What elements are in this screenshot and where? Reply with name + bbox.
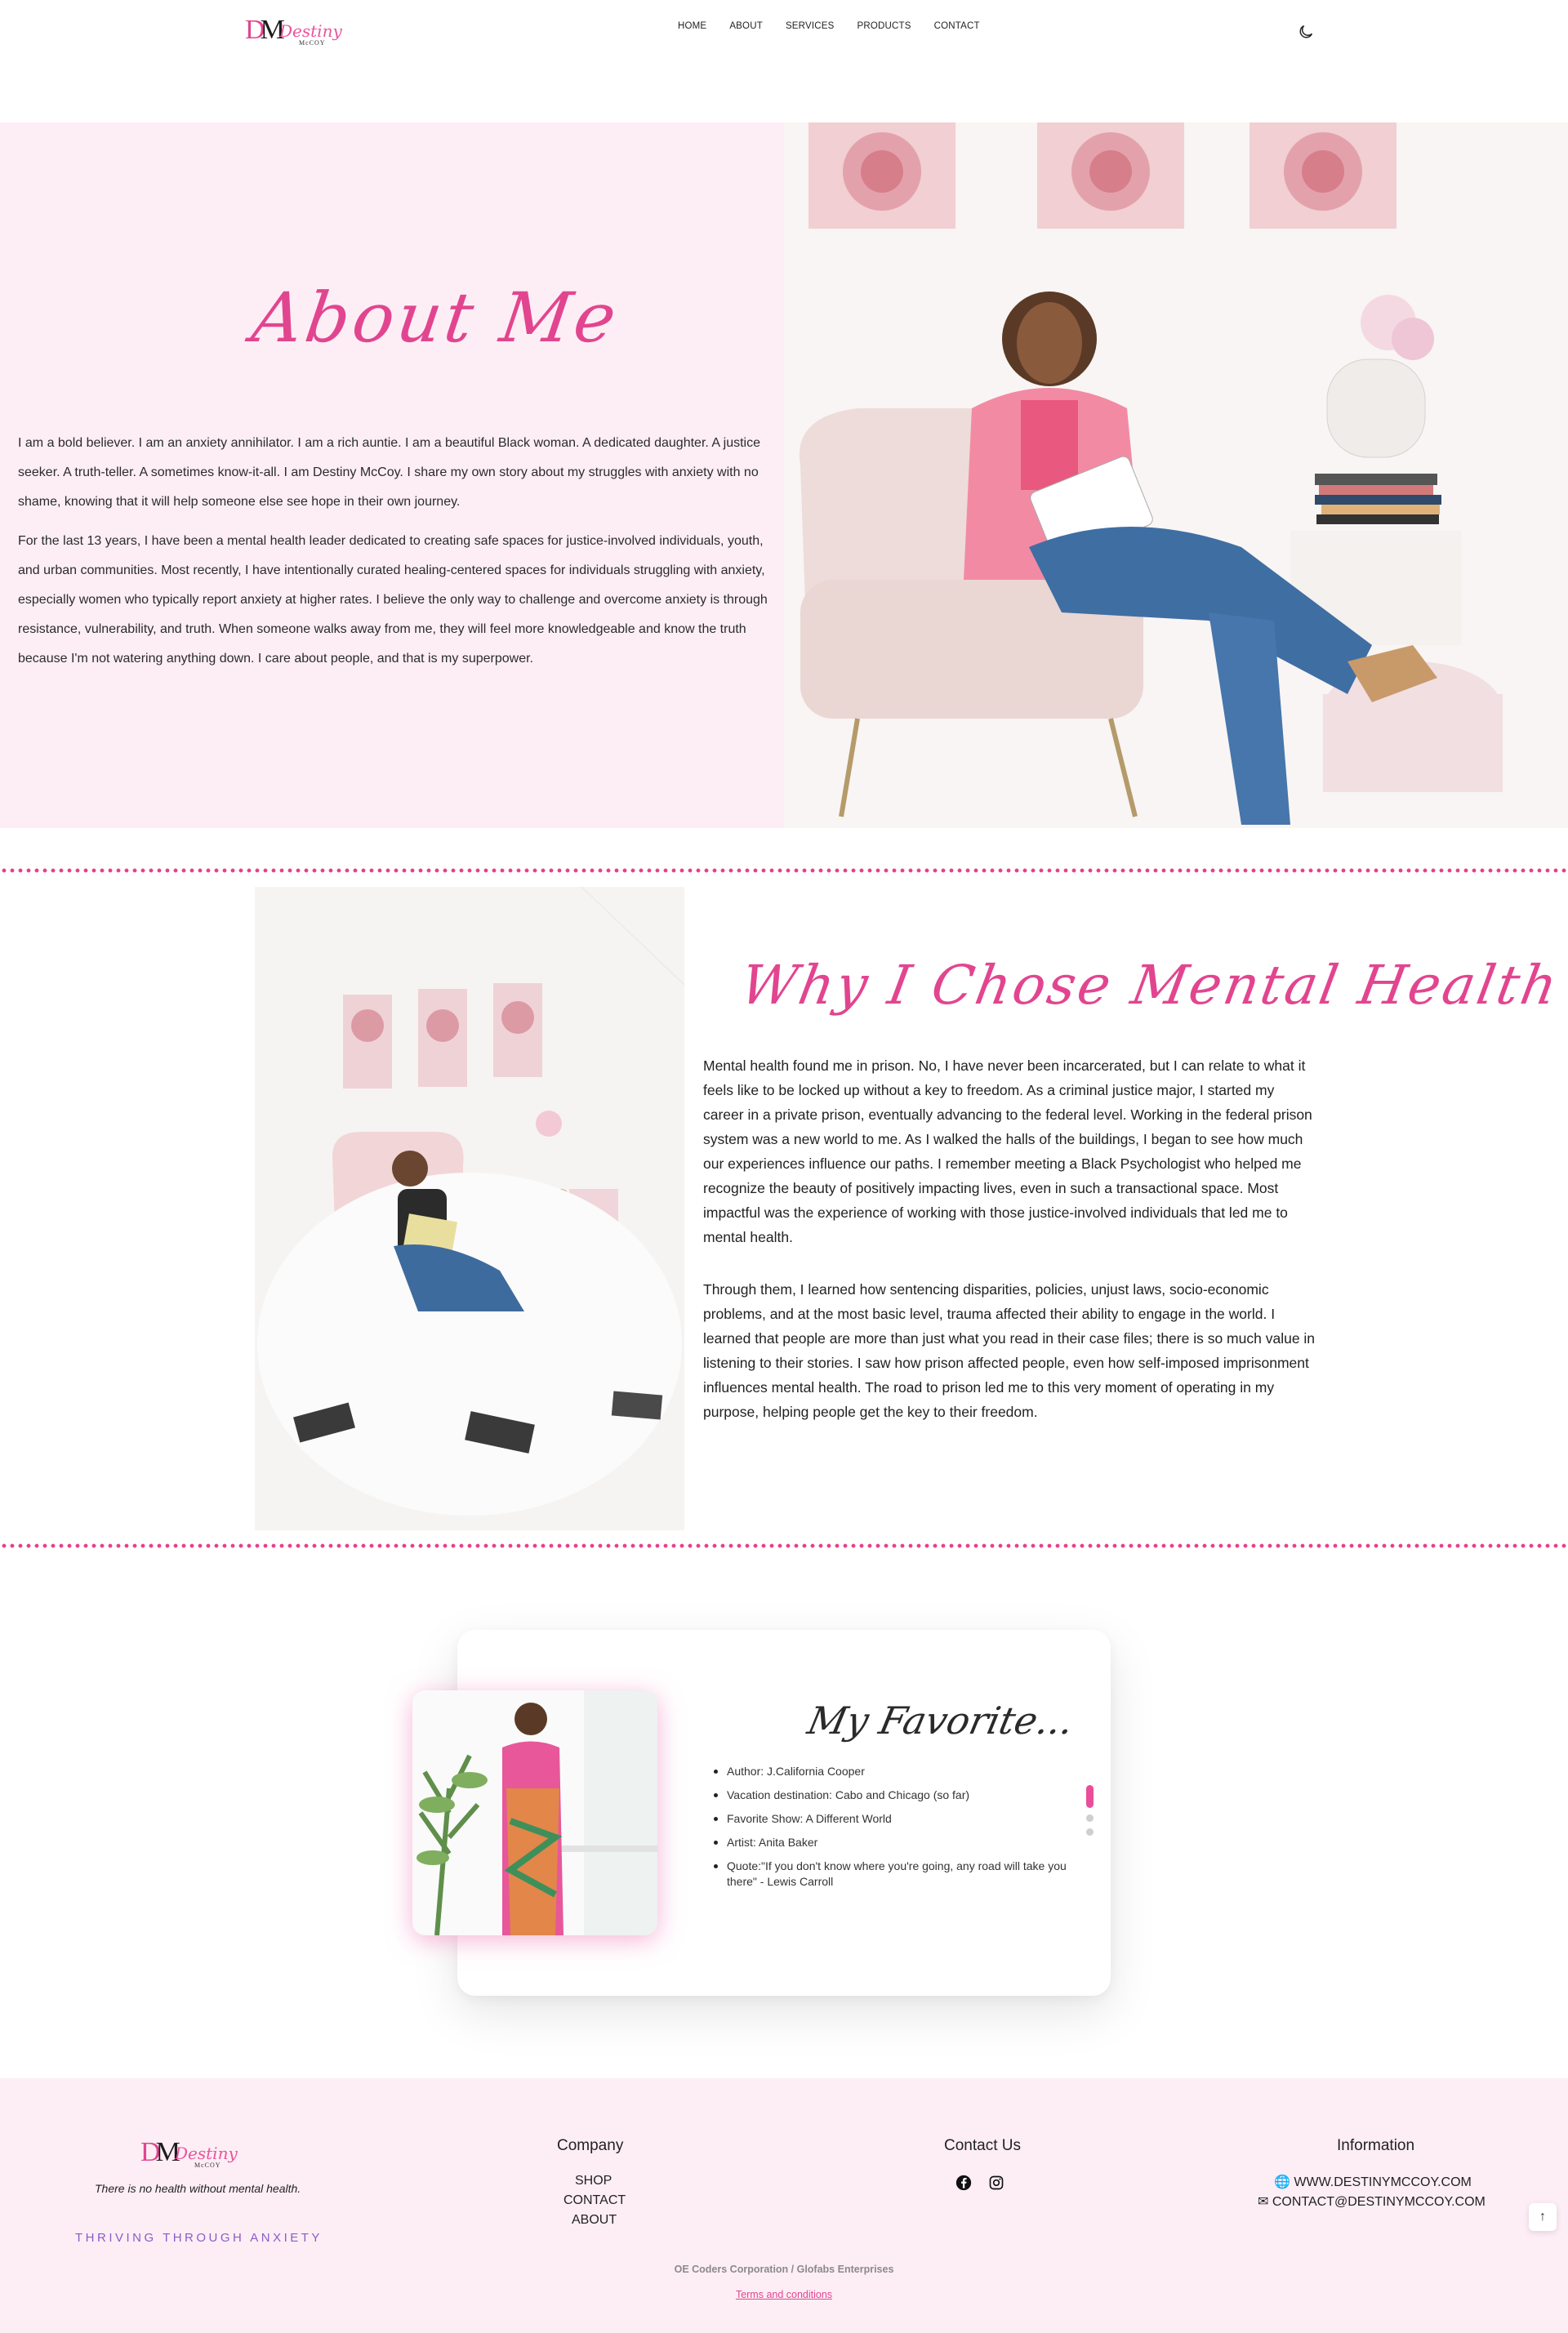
footer-logo-monogram: DM bbox=[140, 2137, 180, 2167]
footer-link-shop[interactable]: SHOP bbox=[575, 2174, 612, 2188]
footer-company-title: Company bbox=[557, 2137, 624, 2154]
about-section: About Me I am a bold believer. I am an a… bbox=[0, 122, 1568, 828]
favorites-item: Favorite Show: A Different World bbox=[714, 1811, 1070, 1827]
footer-website-text: WWW.DESTINYMCCOY.COM bbox=[1294, 2175, 1472, 2189]
mental-health-paragraph: Mental health found me in prison. No, I … bbox=[703, 1057, 1312, 1245]
about-body: I am a bold believer. I am an anxiety an… bbox=[18, 429, 769, 683]
logo-sub-name: McCOY bbox=[299, 39, 326, 47]
footer-logo-script: Destiny bbox=[175, 2144, 238, 2163]
pager-dot[interactable] bbox=[1086, 1814, 1094, 1822]
footer-link-contact[interactable]: CONTACT bbox=[564, 2193, 626, 2208]
mental-health-paragraph: Through them, I learned how sentencing d… bbox=[703, 1281, 1316, 1420]
nav-contact[interactable]: CONTACT bbox=[934, 21, 980, 31]
pager-dot[interactable] bbox=[1086, 1828, 1094, 1836]
pager-dot-active[interactable] bbox=[1086, 1785, 1094, 1808]
favorites-item: Artist: Anita Baker bbox=[714, 1835, 1070, 1850]
site-footer: DM Destiny McCOY There is no health with… bbox=[0, 2078, 1568, 2333]
footer-terms-link[interactable]: Terms and conditions bbox=[0, 2289, 1568, 2300]
footer-link-about[interactable]: ABOUT bbox=[572, 2213, 617, 2228]
envelope-icon: ✉ bbox=[1258, 2195, 1269, 2209]
footer-logo[interactable]: DM Destiny McCOY bbox=[140, 2137, 255, 2173]
footer-website[interactable]: 🌐 WWW.DESTINYMCCOY.COM bbox=[1274, 2174, 1472, 2190]
footer-email[interactable]: ✉ CONTACT@DESTINYMCCOY.COM bbox=[1258, 2193, 1486, 2210]
footer-tagline: There is no health without mental health… bbox=[95, 2182, 301, 2195]
dotted-divider bbox=[0, 868, 1568, 873]
nav-home[interactable]: HOME bbox=[678, 21, 706, 31]
about-text-panel: About Me I am a bold believer. I am an a… bbox=[0, 122, 784, 828]
nav-products[interactable]: PRODUCTS bbox=[858, 21, 911, 31]
site-header: DM Destiny McCOY HOME ABOUT SERVICES PRO… bbox=[0, 0, 1568, 122]
about-paragraph: For the last 13 years, I have been a men… bbox=[18, 534, 768, 666]
footer-email-text: CONTACT@DESTINYMCCOY.COM bbox=[1272, 2195, 1486, 2209]
nav-about[interactable]: ABOUT bbox=[729, 21, 763, 31]
scroll-to-top-button[interactable]: ↑ bbox=[1529, 2203, 1557, 2231]
mental-health-body: Mental health found me in prison. No, I … bbox=[703, 1053, 1316, 1452]
mental-health-photo bbox=[255, 887, 684, 1530]
footer-info-title: Information bbox=[1337, 2137, 1415, 2154]
mental-health-photo-illustration bbox=[255, 887, 684, 1530]
favorites-photo bbox=[412, 1690, 657, 1935]
brand-logo[interactable]: DM Destiny McCOY bbox=[245, 15, 351, 54]
favorites-item: Author: J.California Cooper bbox=[714, 1764, 1070, 1779]
favorites-photo-illustration bbox=[412, 1690, 657, 1935]
logo-script-name: Destiny bbox=[279, 21, 342, 41]
globe-icon: 🌐 bbox=[1274, 2175, 1290, 2189]
about-title: About Me bbox=[247, 278, 625, 358]
about-photo-illustration bbox=[784, 122, 1568, 828]
about-photo bbox=[784, 122, 1568, 828]
nav-services[interactable]: SERVICES bbox=[786, 21, 835, 31]
favorites-item: Vacation destination: Cabo and Chicago (… bbox=[714, 1788, 1070, 1803]
favorites-pager bbox=[1086, 1785, 1094, 1842]
facebook-icon[interactable] bbox=[956, 2175, 972, 2191]
mental-health-title: Why I Chose Mental Health bbox=[736, 954, 1565, 1017]
footer-slogan: THRIVING THROUGH ANXIETY bbox=[75, 2231, 323, 2245]
dark-mode-toggle-icon[interactable] bbox=[1297, 23, 1315, 41]
about-paragraph: I am a bold believer. I am an anxiety an… bbox=[18, 436, 760, 509]
instagram-icon[interactable] bbox=[988, 2175, 1004, 2191]
dotted-divider bbox=[0, 1543, 1568, 1548]
main-nav: HOME ABOUT SERVICES PRODUCTS CONTACT bbox=[678, 21, 1003, 31]
footer-contact-title: Contact Us bbox=[944, 2137, 1021, 2154]
footer-logo-sub: McCOY bbox=[194, 2162, 221, 2169]
favorites-title: My Favorite... bbox=[804, 1699, 1078, 1743]
logo-monogram: DM bbox=[245, 15, 285, 45]
favorites-list: Author: J.California Cooper Vacation des… bbox=[714, 1764, 1070, 1898]
footer-copyright: OE Coders Corporation / Glofabs Enterpri… bbox=[674, 2264, 894, 2275]
favorites-item: Quote:"If you don't know where you're go… bbox=[714, 1859, 1070, 1890]
